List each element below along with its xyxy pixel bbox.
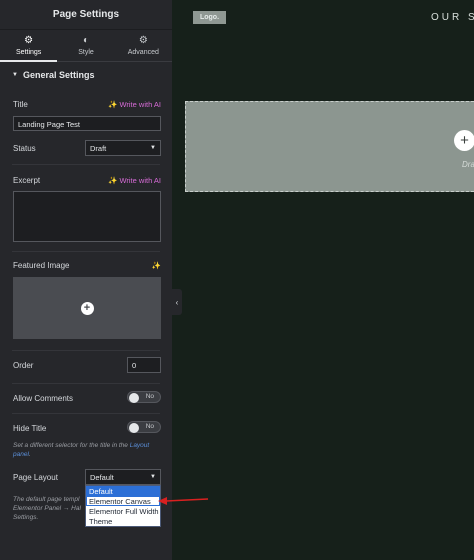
toggle-knob [129, 393, 139, 403]
help-line: Elementor Panel → Hal [13, 505, 81, 512]
section-title: General Settings [22, 70, 95, 80]
page-settings-panel: Page Settings ⚙ Settings ◐ Style ⚙ Advan… [0, 0, 172, 560]
tab-style-label: Style [78, 48, 94, 56]
allow-comments-toggle[interactable]: No [127, 391, 161, 403]
red-arrow-annotation [158, 497, 209, 505]
add-section-plus-icon[interactable]: + [454, 130, 474, 151]
nav-menu-text[interactable]: OUR ST [431, 12, 474, 23]
page-layout-select[interactable]: Default ▼ [85, 469, 161, 485]
toggle-state: No [145, 393, 154, 400]
dropdown-option-default[interactable]: Default [86, 486, 160, 496]
dropdown-option-elementor-canvas[interactable]: Elementor Canvas [86, 496, 160, 506]
featured-image-picker[interactable]: + [13, 277, 161, 339]
title-input[interactable]: Landing Page Test [13, 116, 161, 131]
excerpt-label: Excerpt [13, 176, 41, 185]
divider [12, 383, 160, 384]
chevron-down-icon: ▼ [150, 145, 156, 151]
site-logo[interactable]: Logo. [193, 11, 226, 24]
tab-style[interactable]: ◐ Style [57, 30, 114, 61]
toggle-state: No [145, 423, 154, 430]
featured-image-label: Featured Image [13, 261, 70, 270]
page-layout-value: Default [90, 473, 114, 482]
excerpt-write-with-ai-button[interactable]: ✨ Write with AI [108, 176, 161, 185]
hide-title-label: Hide Title [13, 424, 47, 433]
dropdown-option-theme[interactable]: Theme [86, 516, 160, 526]
title-write-with-ai-button[interactable]: ✨ Write with AI [108, 100, 161, 109]
divider [12, 164, 160, 165]
gear-icon: ⚙ [24, 34, 34, 46]
divider [12, 251, 160, 252]
divider [12, 413, 160, 414]
drop-zone-text: Drag [462, 160, 474, 169]
sparkle-icon: ✨ [151, 261, 161, 270]
order-label: Order [13, 361, 34, 370]
section-drop-zone[interactable]: + Drag [185, 101, 474, 192]
chevron-left-icon: ‹ [175, 297, 179, 307]
page-layout-dropdown-list: Default Elementor Canvas Elementor Full … [85, 485, 161, 527]
hide-title-help: Set a different selector for the title i… [13, 441, 161, 459]
status-label: Status [13, 144, 36, 153]
panel-header: Page Settings [0, 0, 172, 30]
tab-advanced-label: Advanced [127, 48, 159, 56]
tab-settings-label: Settings [16, 48, 42, 56]
toggle-knob [129, 423, 139, 433]
order-input[interactable]: 0 [127, 357, 161, 373]
help-text-end: . [28, 451, 31, 458]
status-select[interactable]: Draft ▼ [85, 140, 161, 156]
tab-settings[interactable]: ⚙ Settings [0, 30, 58, 62]
status-value: Draft [90, 144, 107, 153]
divider [12, 350, 160, 351]
dropdown-option-elementor-full-width[interactable]: Elementor Full Width [86, 506, 160, 516]
sparkle-icon: ✨ [108, 100, 118, 109]
hide-title-toggle[interactable]: No [127, 421, 161, 433]
page-preview: Logo. OUR ST + Drag [182, 0, 474, 560]
page-layout-label: Page Layout [13, 473, 58, 482]
page-layout-help: The default page templ Elementor Panel →… [13, 495, 83, 522]
half-circle-icon: ◐ [82, 34, 90, 46]
title-label: Title [13, 100, 28, 109]
title-ai-label: Write with AI [119, 100, 161, 109]
panel-title: Page Settings [52, 9, 120, 20]
allow-comments-label: Allow Comments [13, 394, 74, 403]
excerpt-textarea[interactable] [13, 191, 161, 242]
sparkle-icon: ✨ [108, 176, 118, 185]
chevron-down-icon: ▼ [150, 474, 156, 480]
tab-advanced[interactable]: ⚙ Advanced [115, 30, 172, 61]
collapse-panel-button[interactable]: ‹ [172, 289, 182, 315]
featured-image-ai-button[interactable]: ✨ [152, 261, 161, 270]
caret-down-icon: ▼ [12, 72, 18, 78]
gear-icon: ⚙ [138, 34, 148, 46]
excerpt-ai-label: Write with AI [119, 176, 161, 185]
plus-icon: + [80, 301, 94, 315]
help-line: The default page templ [13, 496, 80, 503]
help-text: Set a different selector for the title i… [13, 442, 130, 449]
panel-tabs: ⚙ Settings ◐ Style ⚙ Advanced [0, 30, 172, 62]
help-line: Settings. [13, 514, 39, 521]
general-settings-toggle[interactable]: ▼ General Settings [0, 62, 172, 88]
